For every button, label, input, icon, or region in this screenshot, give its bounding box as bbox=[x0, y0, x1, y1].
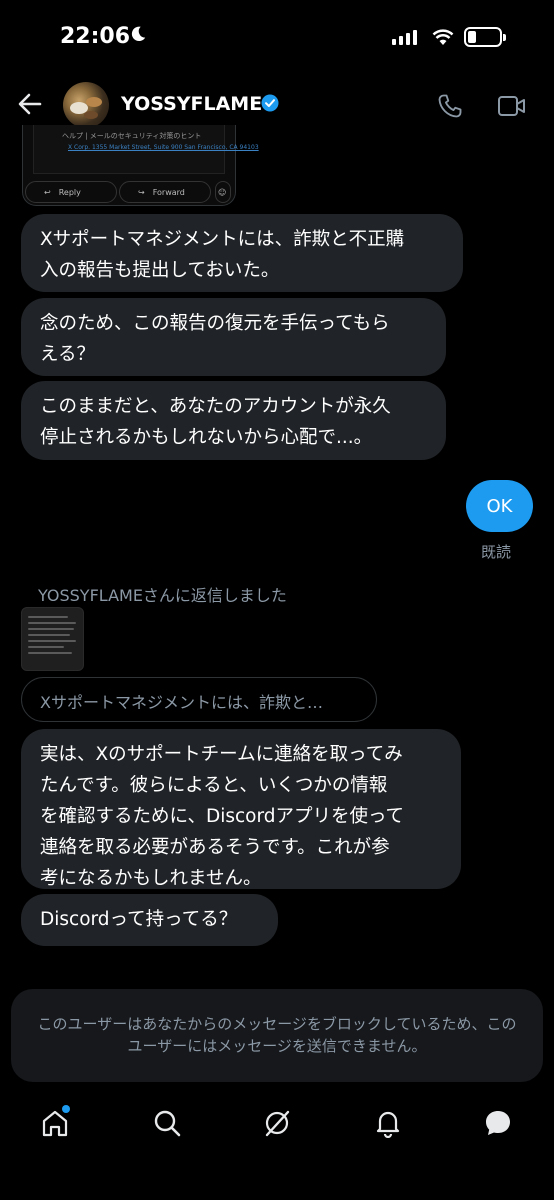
message-text-line: たんです。彼らによると、いくつかの情報 bbox=[40, 775, 388, 796]
message-bubble[interactable]: 念のため、この報告の復元を手伝ってもら える？ bbox=[21, 298, 446, 376]
message-bubble[interactable]: 実は、Xのサポートチームに連絡を取ってみ たんです。彼らによると、いくつかの情報… bbox=[21, 729, 461, 889]
battery-icon bbox=[464, 27, 506, 47]
wifi-icon bbox=[432, 29, 454, 45]
message-bubble[interactable]: Xサポートマネジメントには、詐欺と不正購 入の報告も提出しておいた。 bbox=[21, 214, 463, 292]
message-text-line: 停止されるかもしれないから心配で...。 bbox=[40, 427, 373, 448]
search-icon[interactable] bbox=[152, 1108, 182, 1138]
message-text-line: 入の報告も提出しておいた。 bbox=[40, 260, 280, 281]
reply-attachment-thumbnail[interactable] bbox=[21, 607, 84, 671]
cellular-signal-icon bbox=[392, 30, 417, 45]
reply-arrow-icon: ↩ bbox=[44, 187, 51, 197]
message-bubble[interactable]: Discordって持ってる？ bbox=[21, 894, 278, 946]
email-reply-label: Reply bbox=[58, 187, 81, 197]
message-text-line: 考になるかもしれません。 bbox=[40, 868, 262, 889]
message-text-line: 連絡を取る必要があるそうです。これが参 bbox=[40, 837, 390, 858]
outgoing-message-bubble[interactable]: OK bbox=[466, 480, 533, 532]
email-address-link: X Corp. 1355 Market Street, Suite 900 Sa… bbox=[68, 144, 259, 151]
message-bubble[interactable]: このままだと、あなたのアカウントが永久 停止されるかもしれないから心配で...。 bbox=[21, 381, 446, 460]
reply-context-label: YOSSYFLAMEさんに返信しました bbox=[38, 586, 287, 605]
forward-arrow-icon: ↪ bbox=[138, 187, 145, 197]
blocked-notice: このユーザーはあなたからのメッセージをブロックしているため、このユーザーにはメッ… bbox=[11, 989, 543, 1082]
message-text-line: える？ bbox=[40, 344, 95, 365]
messages-icon[interactable] bbox=[483, 1108, 513, 1138]
notifications-bell-icon[interactable] bbox=[373, 1108, 403, 1138]
conversation-username[interactable]: YOSSYFLAME bbox=[121, 93, 262, 115]
message-text-line: 実は、Xのサポートチームに連絡を取ってみ bbox=[40, 744, 403, 765]
video-call-icon[interactable] bbox=[497, 94, 527, 118]
message-text-line: Discordって持ってる？ bbox=[40, 909, 238, 930]
email-footer-text: ヘルプ | メールのセキュリティ対策のヒント bbox=[62, 132, 202, 140]
moon-icon bbox=[131, 26, 146, 42]
email-reply-button: ↩ Reply bbox=[25, 181, 117, 203]
back-arrow-icon[interactable] bbox=[16, 90, 44, 118]
email-preview: ヘルプ | メールのセキュリティ対策のヒント X Corp. 1355 Mark… bbox=[33, 125, 259, 174]
verified-badge-icon bbox=[261, 94, 279, 112]
avatar[interactable] bbox=[63, 82, 109, 128]
message-text-line: を確認するために、Discordアプリを使って bbox=[40, 806, 405, 827]
email-forward-button: ↪ Forward bbox=[119, 181, 211, 203]
reply-quote-preview[interactable]: Xサポートマネジメントには、詐欺と… bbox=[21, 677, 377, 722]
message-text-line: 念のため、この報告の復元を手伝ってもら bbox=[40, 313, 390, 334]
read-receipt: 既読 bbox=[481, 543, 512, 561]
phone-call-icon[interactable] bbox=[436, 92, 464, 120]
status-time: 22:06 bbox=[60, 24, 131, 49]
emoji-icon: ☺ bbox=[215, 181, 231, 203]
grok-icon[interactable] bbox=[262, 1108, 292, 1138]
message-text-line: このままだと、あなたのアカウントが永久 bbox=[40, 396, 391, 417]
shared-email-card[interactable]: ヘルプ | メールのセキュリティ対策のヒント X Corp. 1355 Mark… bbox=[22, 125, 259, 206]
message-text-line: Xサポートマネジメントには、詐欺と不正購 bbox=[40, 229, 405, 250]
email-forward-label: Forward bbox=[152, 187, 185, 197]
notification-dot bbox=[62, 1105, 70, 1113]
